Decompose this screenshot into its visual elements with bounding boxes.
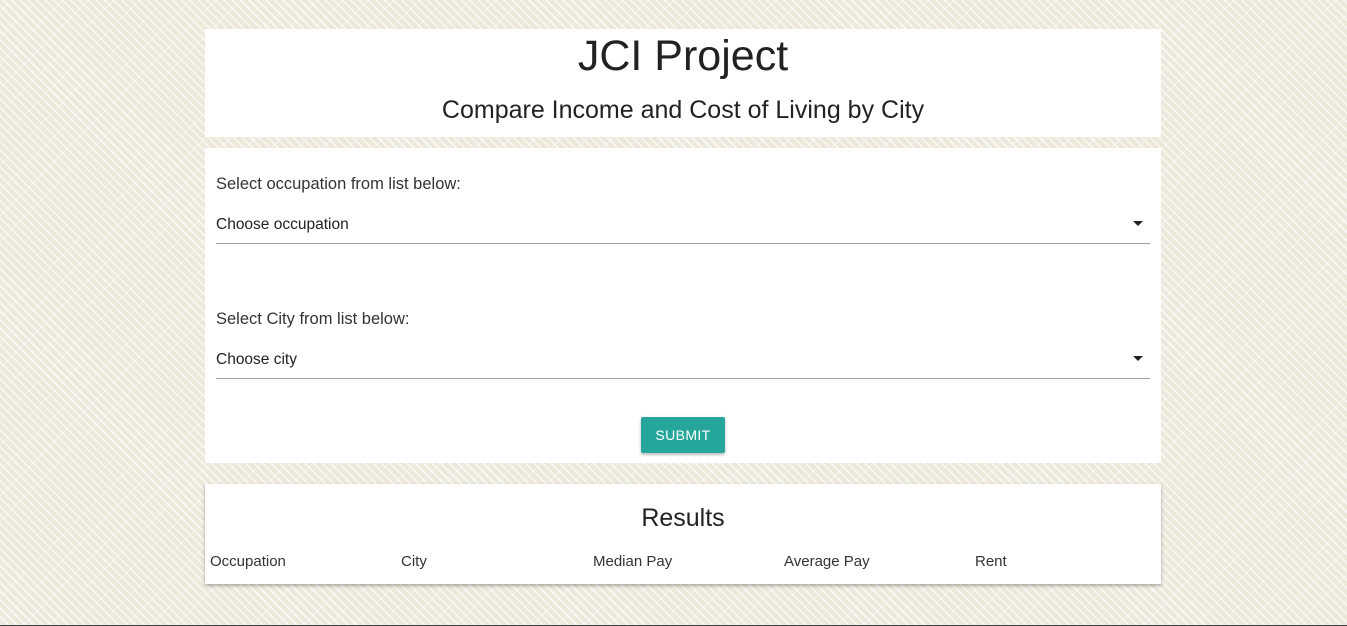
city-label: Select City from list below: bbox=[216, 310, 410, 328]
results-card: Results Occupation City Median Pay Avera… bbox=[205, 484, 1161, 584]
city-select[interactable]: Choose city bbox=[216, 344, 1150, 379]
form-card: Select occupation from list below: Choos… bbox=[205, 148, 1161, 463]
page-subtitle: Compare Income and Cost of Living by Cit… bbox=[441, 96, 925, 124]
occupation-select[interactable]: Choose occupation bbox=[216, 209, 1150, 244]
results-table-header: Occupation City Median Pay Average Pay R… bbox=[205, 552, 1161, 572]
occupation-label: Select occupation from list below: bbox=[216, 175, 461, 193]
submit-button[interactable]: SUBMIT bbox=[641, 417, 725, 453]
city-select-value: Choose city bbox=[216, 351, 297, 368]
occupation-select-value: Choose occupation bbox=[216, 216, 349, 233]
page-title: JCI Project bbox=[577, 32, 789, 80]
header-card: JCI Project Compare Income and Cost of L… bbox=[205, 29, 1161, 137]
column-header-average-pay: Average Pay bbox=[784, 553, 870, 570]
column-header-rent: Rent bbox=[975, 553, 1007, 570]
column-header-occupation: Occupation bbox=[210, 553, 286, 570]
column-header-city: City bbox=[401, 553, 427, 570]
caret-down-icon bbox=[1133, 356, 1143, 361]
column-header-median-pay: Median Pay bbox=[593, 553, 673, 570]
caret-down-icon bbox=[1133, 221, 1143, 226]
results-title: Results bbox=[641, 504, 725, 532]
